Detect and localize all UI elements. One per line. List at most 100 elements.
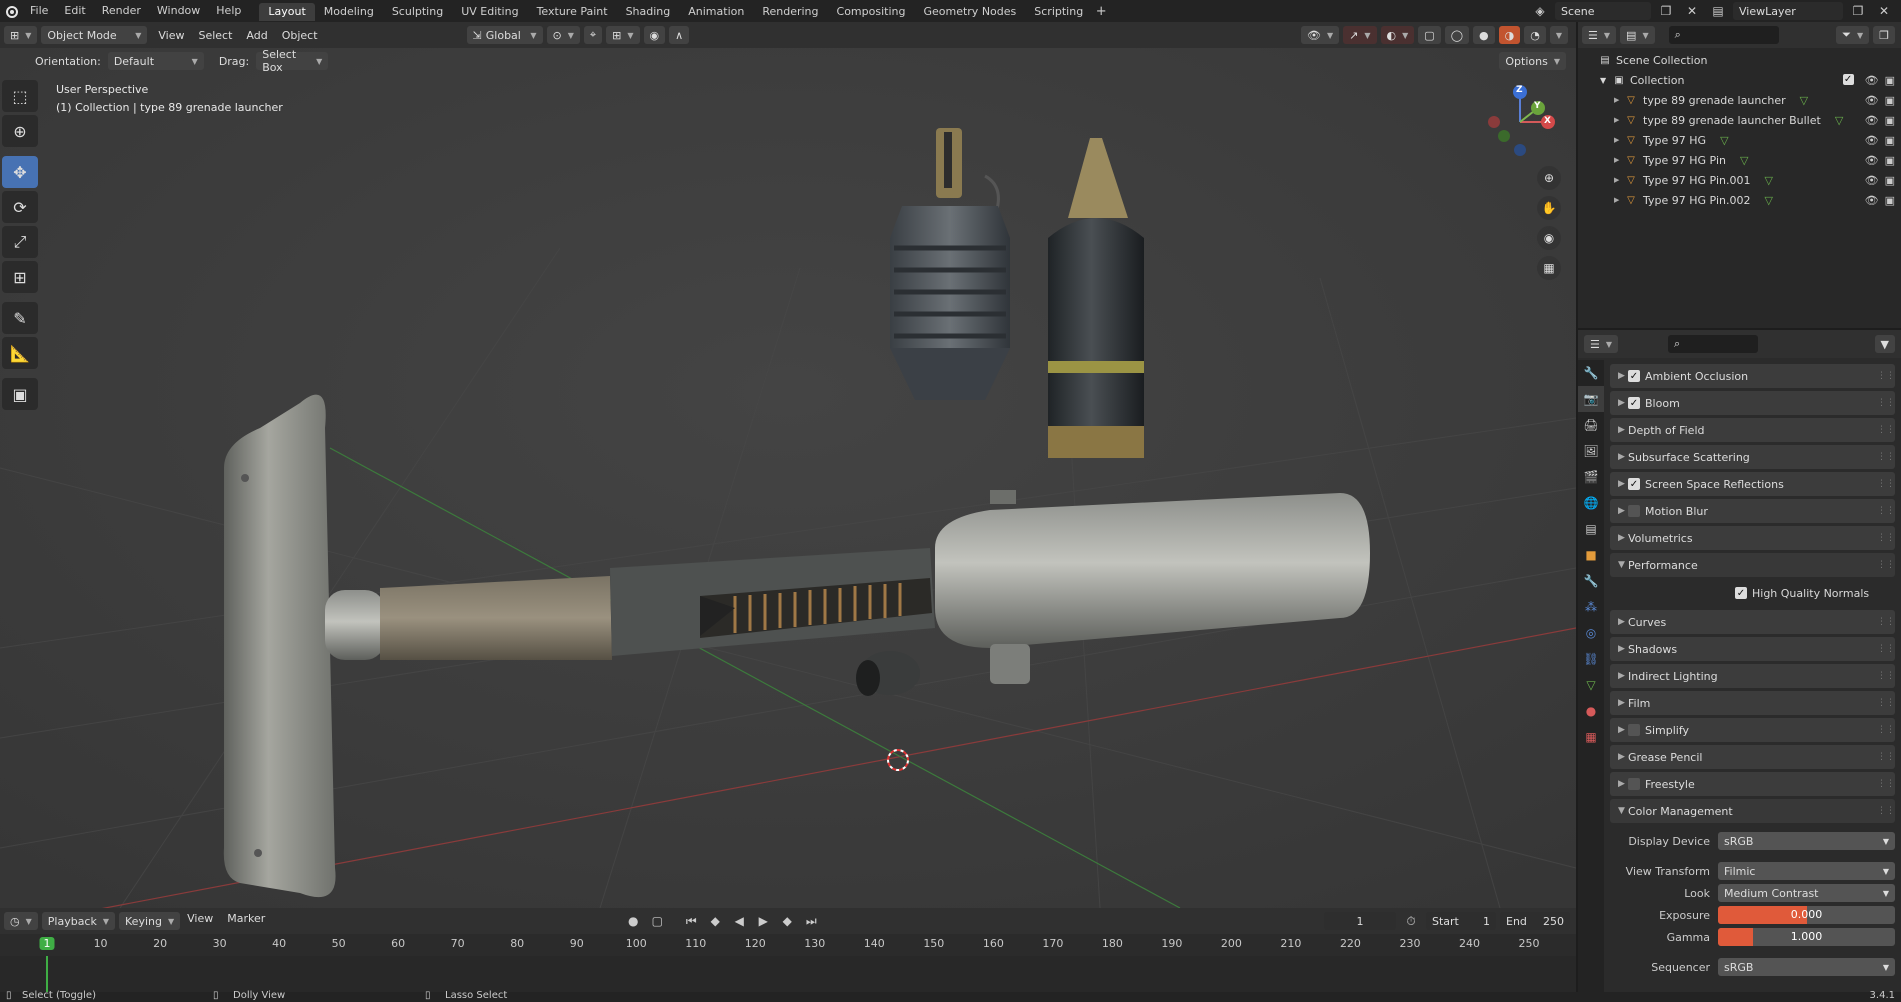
expand-arrow-icon[interactable]: ▶ (1614, 176, 1624, 184)
visibility-eye-icon[interactable]: 👁 (1865, 94, 1879, 107)
panel-bloom[interactable]: ▶ ✓ Bloom ⋮⋮ (1610, 391, 1895, 415)
tab-shading[interactable]: Shading (617, 3, 680, 21)
render-camera-icon[interactable]: ▣ (1885, 154, 1895, 167)
current-frame-field[interactable]: 1 (1324, 912, 1396, 930)
drag-handle-icon[interactable]: ⋮⋮ (1877, 617, 1895, 627)
panel-volumetrics[interactable]: ▶ Volumetrics ⋮⋮ (1610, 526, 1895, 550)
add-workspace-button[interactable]: + (1092, 4, 1110, 19)
transform-tool-icon[interactable]: ⊞ (2, 261, 38, 293)
panel-checkbox[interactable] (1628, 778, 1640, 790)
panel-checkbox[interactable] (1628, 505, 1640, 517)
blender-logo-icon[interactable] (0, 2, 22, 20)
panel-ambient-occlusion[interactable]: ▶ ✓ Ambient Occlusion ⋮⋮ (1610, 364, 1895, 388)
view-transform-dropdown[interactable]: Filmic ▼ (1718, 862, 1895, 880)
snap-target-selector[interactable]: ⊞ ▼ (606, 26, 640, 44)
menu-help[interactable]: Help (208, 0, 249, 22)
outliner-display-mode[interactable]: ▤ ▼ (1620, 26, 1655, 44)
drag-handle-icon[interactable]: ⋮⋮ (1877, 371, 1895, 381)
tool-tab-icon[interactable]: 🔧 (1578, 360, 1604, 386)
3d-viewport[interactable]: User Perspective (1) Collection | type 8… (0, 48, 1576, 908)
outliner-object-row[interactable]: ▶ ▽ Type 97 HG Pin.001 ▽ 👁 ▣ (1578, 170, 1901, 190)
menu-file[interactable]: File (22, 0, 56, 22)
end-frame-field[interactable]: End 250 (1500, 912, 1570, 930)
outliner-object-row[interactable]: ▶ ▽ type 89 grenade launcher ▽ 👁 ▣ (1578, 90, 1901, 110)
constraints-tab-icon[interactable]: ⛓ (1578, 646, 1604, 672)
panel-color-management[interactable]: ▼ Color Management ⋮⋮ (1610, 799, 1895, 823)
panel-depth-of-field[interactable]: ▶ Depth of Field ⋮⋮ (1610, 418, 1895, 442)
shading-solid[interactable]: ● (1473, 26, 1495, 44)
timeline-menu-playback[interactable]: Playback ▼ (41, 912, 116, 930)
drag-handle-icon[interactable]: ⋮⋮ (1877, 806, 1895, 816)
navigation-gizmo[interactable]: Z Y X (1480, 80, 1560, 160)
preview-range-icon[interactable]: ⏱ (1400, 912, 1422, 930)
record-icon[interactable]: ● (622, 912, 644, 930)
world-tab-icon[interactable]: 🌐 (1578, 490, 1604, 516)
rotate-tool-icon[interactable]: ⟳ (2, 191, 38, 223)
drag-dropdown[interactable]: Select Box ▼ (256, 48, 329, 74)
viewport-menu-select[interactable]: Select (191, 29, 239, 42)
panel-performance[interactable]: ▼ Performance ⋮⋮ (1610, 553, 1895, 577)
menu-edit[interactable]: Edit (56, 0, 93, 22)
tab-layout[interactable]: Layout (259, 3, 315, 21)
drag-handle-icon[interactable]: ⋮⋮ (1877, 506, 1895, 516)
outliner-scene-collection[interactable]: ▤ Scene Collection (1578, 50, 1901, 70)
options-dropdown[interactable]: Options ▼ (1499, 52, 1566, 70)
outliner-object-row[interactable]: ▶ ▽ type 89 grenade launcher Bullet ▽ 👁 ▣ (1578, 110, 1901, 130)
render-camera-icon[interactable]: ▣ (1885, 114, 1895, 127)
expand-arrow-icon[interactable]: ▶ (1614, 116, 1624, 124)
data-tab-icon[interactable]: ▽ (1578, 672, 1604, 698)
menu-render[interactable]: Render (94, 0, 149, 22)
outliner-object-row[interactable]: ▶ ▽ Type 97 HG ▽ 👁 ▣ (1578, 130, 1901, 150)
panel-indirect-lighting[interactable]: ▶ Indirect Lighting ⋮⋮ (1610, 664, 1895, 688)
new-collection-icon[interactable]: ❐ (1873, 26, 1895, 44)
render-camera-icon[interactable]: ▣ (1885, 194, 1895, 207)
outliner-search-input[interactable]: ⌕ (1668, 26, 1779, 44)
prev-keyframe-icon[interactable]: ◆ (704, 912, 726, 930)
proportional-falloff-selector[interactable]: ∧ (669, 26, 690, 44)
gamma-slider[interactable]: 1.000 (1718, 928, 1895, 946)
start-frame-field[interactable]: Start 1 (1426, 912, 1496, 930)
timeline-menu-keying[interactable]: Keying ▼ (119, 912, 181, 930)
scene-selector[interactable]: Scene (1555, 2, 1651, 20)
keying-set-icon[interactable]: ▢ (646, 912, 668, 930)
drag-handle-icon[interactable]: ⋮⋮ (1877, 698, 1895, 708)
tab-geometry-nodes[interactable]: Geometry Nodes (914, 3, 1025, 21)
overlay-toggle[interactable]: ◐ ▼ (1380, 26, 1415, 44)
drag-handle-icon[interactable]: ⋮⋮ (1877, 779, 1895, 789)
expand-arrow-icon[interactable]: ▶ (1614, 96, 1624, 104)
proportional-edit-toggle[interactable]: ◉ (643, 26, 666, 44)
visibility-eye-icon[interactable]: 👁 (1865, 194, 1879, 207)
menu-window[interactable]: Window (149, 0, 208, 22)
move-tool-icon[interactable]: ✥ (2, 156, 38, 188)
outliner-object-row[interactable]: ▶ ▽ Type 97 HG Pin.002 ▽ 👁 ▣ (1578, 190, 1901, 210)
render-camera-icon[interactable]: ▣ (1885, 74, 1895, 87)
panel-film[interactable]: ▶ Film ⋮⋮ (1610, 691, 1895, 715)
timeline-editor-type[interactable]: ◷ ▼ (4, 912, 38, 930)
texture-tab-icon[interactable]: ▦ (1578, 724, 1604, 750)
render-camera-icon[interactable]: ▣ (1885, 134, 1895, 147)
visibility-selector[interactable]: 👁 ▼ (1301, 26, 1340, 44)
viewport-menu-view[interactable]: View (151, 29, 191, 42)
panel-checkbox[interactable] (1628, 724, 1640, 736)
visibility-eye-icon[interactable]: 👁 (1865, 174, 1879, 187)
exclude-checkbox[interactable]: ✓ (1842, 73, 1854, 85)
outliner-editor-type[interactable]: ☰ ▼ (1582, 26, 1617, 44)
tab-uv-editing[interactable]: UV Editing (452, 3, 527, 21)
output-tab-icon[interactable]: 🖨 (1578, 412, 1604, 438)
panel-shadows[interactable]: ▶ Shadows ⋮⋮ (1610, 637, 1895, 661)
play-reverse-icon[interactable]: ◀ (728, 912, 750, 930)
display-device-dropdown[interactable]: sRGB ▼ (1718, 832, 1895, 850)
drag-handle-icon[interactable]: ⋮⋮ (1877, 398, 1895, 408)
timeline-menu-view[interactable]: View (180, 912, 220, 930)
add-cube-tool-icon[interactable]: ▣ (2, 378, 38, 410)
jump-end-icon[interactable]: ⏭ (800, 912, 822, 930)
gizmo-toggle[interactable]: ↗ ▼ (1343, 26, 1377, 44)
panel-freestyle[interactable]: ▶ Freestyle ⋮⋮ (1610, 772, 1895, 796)
visibility-eye-icon[interactable]: 👁 (1865, 154, 1879, 167)
drag-handle-icon[interactable]: ⋮⋮ (1877, 752, 1895, 762)
pivot-point-selector[interactable]: ⊙ ▼ (546, 26, 580, 44)
view-layer-tab-icon[interactable]: 🖼 (1578, 438, 1604, 464)
shading-material-preview[interactable]: ◑ (1498, 26, 1521, 44)
shading-wireframe[interactable]: ◯ (1444, 26, 1470, 44)
tab-scripting[interactable]: Scripting (1025, 3, 1092, 21)
